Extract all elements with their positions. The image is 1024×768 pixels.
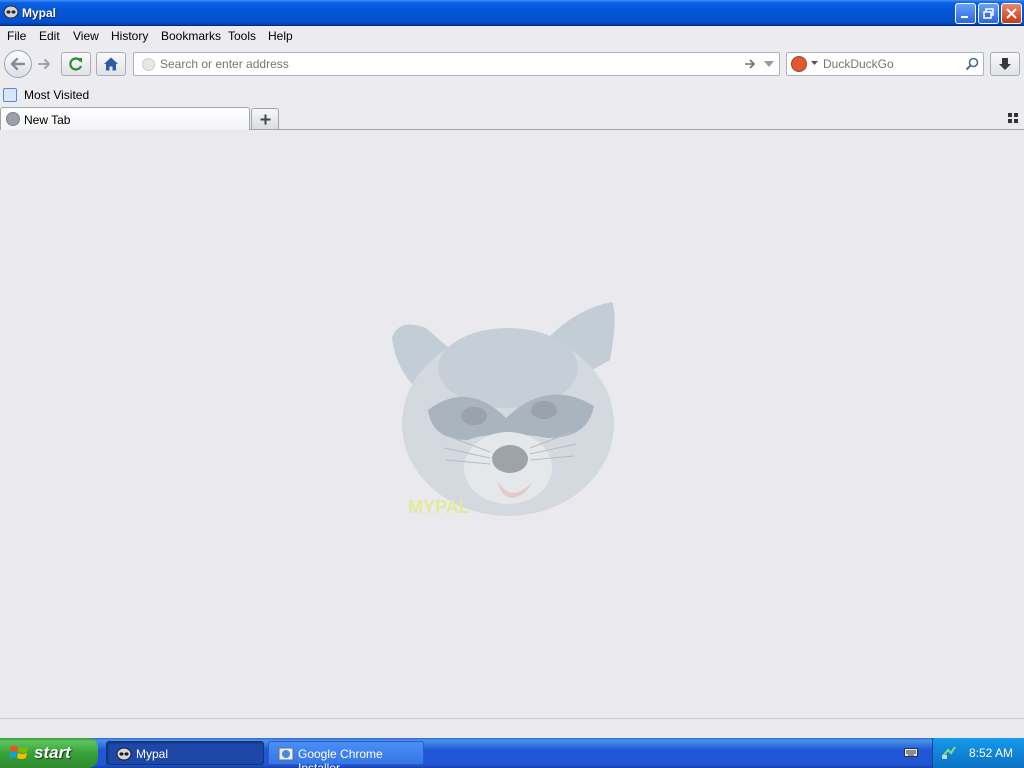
- restore-icon: [983, 8, 994, 19]
- close-icon: [1006, 8, 1017, 19]
- minimize-icon: [961, 16, 968, 18]
- menu-edit[interactable]: Edit: [39, 29, 60, 43]
- taskbar-item-label: Mypal: [136, 747, 169, 761]
- tab-label: New Tab: [24, 113, 71, 127]
- taskbar-item-mypal[interactable]: Mypal: [106, 741, 264, 765]
- menu-tools[interactable]: Tools: [228, 29, 256, 43]
- back-button[interactable]: [4, 50, 32, 78]
- home-icon: [104, 57, 118, 71]
- most-visited-icon: [3, 88, 17, 102]
- clock: 8:52 AM: [969, 746, 1014, 760]
- download-arrow-icon: [999, 58, 1011, 70]
- magnifier-icon: [965, 57, 979, 71]
- url-input[interactable]: [160, 56, 720, 72]
- globe-icon: [6, 112, 20, 126]
- taskbar-item-label: Google Chrome Installer: [298, 747, 383, 768]
- window-title: Mypal: [22, 6, 57, 20]
- windows-logo-icon: [9, 746, 28, 759]
- search-button[interactable]: [964, 56, 980, 72]
- bookmark-label: Most Visited: [24, 88, 90, 102]
- navigation-toolbar: [0, 46, 1024, 84]
- menu-view[interactable]: View: [73, 29, 99, 43]
- forward-button[interactable]: [34, 55, 56, 73]
- address-bar[interactable]: [133, 52, 780, 76]
- go-arrow-icon: [745, 59, 756, 69]
- installer-icon: [278, 747, 294, 761]
- taskbar: start Mypal Google Chrome Installer 8:52…: [0, 738, 1024, 768]
- mypal-app-icon: [3, 5, 19, 19]
- menu-bookmarks[interactable]: Bookmarks: [161, 29, 221, 43]
- back-forward-group: [4, 50, 58, 78]
- plus-icon: [260, 114, 270, 124]
- title-bar: Mypal: [0, 0, 1024, 26]
- menu-file[interactable]: File: [7, 29, 26, 43]
- system-tray: 8:52 AM: [932, 738, 1024, 768]
- restore-button[interactable]: [978, 3, 999, 24]
- go-button[interactable]: [742, 56, 758, 72]
- new-tab-page: MYPAL: [0, 130, 1024, 718]
- taskbar-item-chrome-installer[interactable]: Google Chrome Installer: [268, 741, 424, 768]
- downloads-button[interactable]: [990, 52, 1020, 76]
- minimize-button[interactable]: [955, 3, 976, 24]
- start-button[interactable]: start: [0, 738, 98, 768]
- tab-new-tab[interactable]: New Tab: [0, 107, 250, 130]
- back-arrow-icon: [10, 57, 26, 71]
- reload-button[interactable]: [61, 52, 91, 76]
- bookmark-most-visited[interactable]: Most Visited: [3, 87, 89, 103]
- close-button[interactable]: [1001, 3, 1022, 24]
- logo-text: MYPAL: [408, 497, 470, 517]
- keyboard-icon[interactable]: [904, 746, 918, 758]
- history-dropdown-button[interactable]: [762, 56, 776, 72]
- bookmarks-toolbar: Most Visited: [0, 84, 1024, 106]
- new-tab-button[interactable]: [251, 108, 279, 129]
- search-engine-dropdown[interactable]: [809, 58, 819, 68]
- search-bar[interactable]: [786, 52, 984, 76]
- raccoon-logo-icon: MYPAL: [392, 302, 615, 517]
- mypal-app-icon: [116, 747, 132, 761]
- site-identity-icon: [142, 58, 155, 71]
- search-input[interactable]: [823, 56, 959, 72]
- menu-help[interactable]: Help: [268, 29, 293, 43]
- duckduckgo-icon[interactable]: [791, 56, 807, 72]
- home-button[interactable]: [96, 52, 126, 76]
- menu-bar: File Edit View History Bookmarks Tools H…: [0, 26, 1024, 46]
- tab-strip: New Tab: [0, 106, 1024, 130]
- dropdown-triangle-icon: [810, 61, 818, 65]
- dropdown-triangle-icon: [764, 61, 774, 67]
- network-icon[interactable]: [941, 744, 957, 760]
- tab-groups-icon[interactable]: [1008, 113, 1018, 123]
- status-bar: [0, 718, 1024, 738]
- start-label: start: [34, 743, 71, 762]
- forward-arrow-icon: [38, 59, 50, 69]
- menu-history[interactable]: History: [111, 29, 148, 43]
- reload-icon: [69, 57, 83, 71]
